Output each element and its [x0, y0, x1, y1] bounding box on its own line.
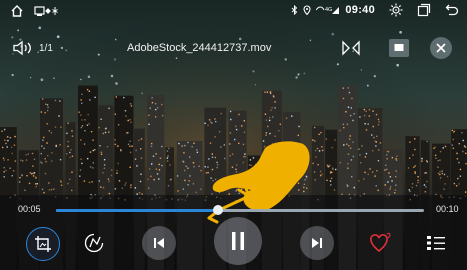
pause-icon	[232, 232, 244, 250]
progress-bar[interactable]	[56, 205, 424, 215]
back-icon[interactable]	[445, 3, 459, 17]
total-time: 00:10	[436, 204, 459, 214]
progress-thumb[interactable]	[212, 205, 223, 215]
volume-icon[interactable]	[12, 40, 34, 56]
playlist-button[interactable]	[424, 231, 448, 255]
progress-fill	[56, 209, 218, 212]
bluetooth-icon	[292, 5, 298, 15]
location-icon	[303, 5, 311, 15]
edit-icon	[84, 233, 104, 253]
notification-icons	[34, 6, 58, 16]
playlist-icon	[427, 236, 445, 250]
swipe-gesture-hand-icon	[207, 141, 310, 224]
signal-icon: 4G	[316, 6, 340, 14]
crop-button[interactable]	[26, 227, 60, 261]
brightness-icon[interactable]	[389, 3, 403, 17]
status-time: 09:40	[345, 4, 375, 16]
favorite-icon	[370, 232, 391, 253]
track-counter: 1/1	[39, 43, 53, 54]
favorite-button[interactable]	[368, 230, 394, 256]
window-mode-icon[interactable]	[388, 38, 410, 58]
pause-button[interactable]	[214, 217, 262, 265]
home-icon[interactable]	[10, 4, 24, 18]
recent-apps-icon[interactable]	[417, 3, 431, 17]
crop-icon	[35, 236, 51, 252]
previous-button[interactable]	[142, 226, 176, 260]
previous-icon	[154, 238, 164, 248]
player-top-bar: 1/1 AdobeStock_244412737.mov	[0, 36, 467, 60]
video-player-screen: 4G 09:40 1/1 AdobeStock_244412737.mov 00…	[0, 0, 467, 270]
signal-text: 4G	[325, 7, 332, 13]
edit-button[interactable]	[82, 231, 106, 255]
next-button[interactable]	[300, 226, 334, 260]
close-icon[interactable]	[429, 36, 453, 60]
file-name: AdobeStock_244412737.mov	[127, 42, 272, 54]
aspect-ratio-icon[interactable]	[342, 40, 360, 56]
next-icon	[312, 238, 322, 248]
elapsed-time: 00:05	[18, 204, 41, 214]
status-bar: 4G 09:40	[0, 0, 467, 24]
